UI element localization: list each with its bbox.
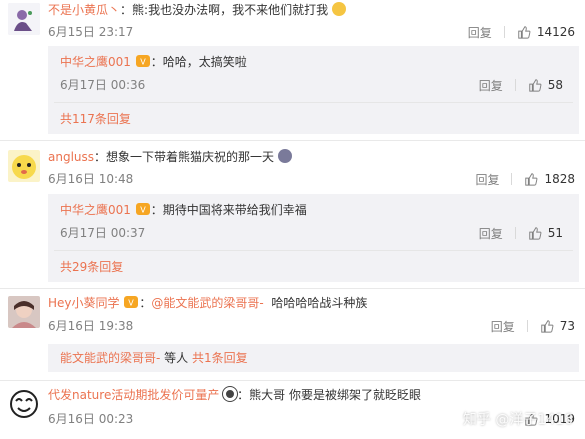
comment-actions: 回复 73 xyxy=(491,317,575,335)
svg-text:V: V xyxy=(129,299,135,308)
divider xyxy=(54,250,573,251)
comment-2: angluss：想象一下带着熊猫庆祝的那一天 6月16日 10:48 回复 18… xyxy=(0,148,585,286)
reply-box: 能文能武的梁哥哥- 等人 共1条回复 xyxy=(48,344,579,372)
reply-text: 哈哈，太搞笑啦 xyxy=(162,55,247,69)
reply-box: 中华之鹰001 V ：哈哈，太搞笑啦 6月17日 00:36 回复 58 共117… xyxy=(48,46,579,134)
reply-button[interactable]: 回复 xyxy=(479,225,503,242)
username-link[interactable]: 能文能武的梁哥哥- xyxy=(60,351,160,365)
divider xyxy=(54,102,573,103)
mention-link[interactable]: @能文能武的梁哥哥- xyxy=(151,296,263,310)
emoji-icon xyxy=(277,149,292,163)
more-replies-link[interactable]: 共1条回复 xyxy=(192,351,248,365)
more-replies-link[interactable]: 共29条回复 xyxy=(60,258,123,275)
thumbs-up-icon[interactable] xyxy=(540,319,554,333)
like-count: 73 xyxy=(559,319,575,333)
svg-text:V: V xyxy=(140,206,146,215)
thumbs-up-icon[interactable] xyxy=(528,78,542,92)
avatar[interactable] xyxy=(8,150,40,182)
comment-time: 6月15日 23:17 xyxy=(48,25,134,39)
reply-button[interactable]: 回复 xyxy=(475,171,499,188)
comment-line: 代发nature活动期批发价可量产 ：熊大哥 你要是被绑架了就眨眨眼 xyxy=(48,387,421,402)
vip-badge-icon: V xyxy=(135,203,150,215)
svg-text:V: V xyxy=(140,58,146,67)
divider xyxy=(503,26,505,38)
comment-line: angluss：想象一下带着熊猫庆祝的那一天 xyxy=(48,148,292,166)
divider xyxy=(511,173,513,185)
username-link[interactable]: Hey小葵同学 xyxy=(48,296,120,310)
avatar[interactable] xyxy=(8,3,40,35)
reply-line: 中华之鹰001 V ：哈哈，太搞笑啦 xyxy=(60,55,247,69)
username-link[interactable]: 中华之鹰001 xyxy=(60,203,131,217)
comment-text: 熊大哥 你要是被绑架了就眨眨眼 xyxy=(249,388,421,402)
comment-line: 不是小黄瓜丶：熊:我也没办法啊，我不来他们就打我 xyxy=(48,1,346,19)
username-link[interactable]: 不是小黄瓜丶 xyxy=(48,3,120,17)
reply-button[interactable]: 回复 xyxy=(479,77,503,94)
like-count: 51 xyxy=(547,226,563,240)
divider xyxy=(0,288,585,289)
vip-badge-icon: V xyxy=(124,296,139,308)
comment-text: 想象一下带着熊猫庆祝的那一天 xyxy=(106,150,275,164)
comment-1: 不是小黄瓜丶：熊:我也没办法啊，我不来他们就打我 6月15日 23:17 回复 … xyxy=(0,0,585,140)
avatar[interactable] xyxy=(8,388,40,420)
like-count: 1828 xyxy=(544,172,575,186)
like-count: 58 xyxy=(547,78,563,92)
panda-icon xyxy=(223,387,238,401)
comment-time: 6月16日 00:23 xyxy=(48,412,134,426)
username-link[interactable]: angluss xyxy=(48,150,94,164)
comment-actions: 回复 14126 xyxy=(468,23,575,41)
divider xyxy=(0,140,585,141)
reply-actions: 回复 58 xyxy=(479,76,563,94)
more-replies-link[interactable]: 共117条回复 xyxy=(60,110,131,127)
comment-3: Hey小葵同学 V ：@能文能武的梁哥哥- 哈哈哈哈战斗种族 6月16日 19:3… xyxy=(0,294,585,378)
reply-actions: 回复 51 xyxy=(479,224,563,242)
comment-text: 熊:我也没办法啊，我不来他们就打我 xyxy=(132,3,329,17)
thumbs-up-icon[interactable] xyxy=(528,226,542,240)
divider xyxy=(514,227,516,239)
vip-badge-icon: V xyxy=(135,55,150,67)
divider xyxy=(0,380,585,381)
username-link[interactable]: 中华之鹰001 xyxy=(60,55,131,69)
avatar[interactable] xyxy=(8,296,40,328)
thumbs-up-icon[interactable] xyxy=(517,25,531,39)
reply-text: 期待中国将来带给我们幸福 xyxy=(162,203,307,217)
divider xyxy=(514,79,516,91)
comment-line: Hey小葵同学 V ：@能文能武的梁哥哥- 哈哈哈哈战斗种族 xyxy=(48,296,368,310)
reply-button[interactable]: 回复 xyxy=(491,318,515,335)
reply-box: 中华之鹰001 V ：期待中国将来带给我们幸福 6月17日 00:37 回复 51… xyxy=(48,194,579,282)
comment-actions: 回复 1828 xyxy=(475,170,575,188)
like-count: 14126 xyxy=(536,25,575,39)
comment-text: 哈哈哈哈战斗种族 xyxy=(271,296,368,310)
divider xyxy=(526,320,528,332)
emoji-icon xyxy=(331,2,346,16)
comment-time: 6月16日 10:48 xyxy=(48,172,134,186)
reply-line: 能文能武的梁哥哥- 等人 共1条回复 xyxy=(60,351,248,365)
reply-time: 6月17日 00:37 xyxy=(60,226,146,240)
username-link[interactable]: 代发nature活动期批发价可量产 xyxy=(48,388,219,402)
reply-time: 6月17日 00:36 xyxy=(60,78,146,92)
comment-time: 6月16日 19:38 xyxy=(48,319,134,333)
reply-button[interactable]: 回复 xyxy=(468,24,492,41)
watermark: 知乎 @洋子1416 xyxy=(462,412,573,428)
thumbs-up-icon[interactable] xyxy=(524,172,538,186)
reply-line: 中华之鹰001 V ：期待中国将来带给我们幸福 xyxy=(60,203,307,217)
